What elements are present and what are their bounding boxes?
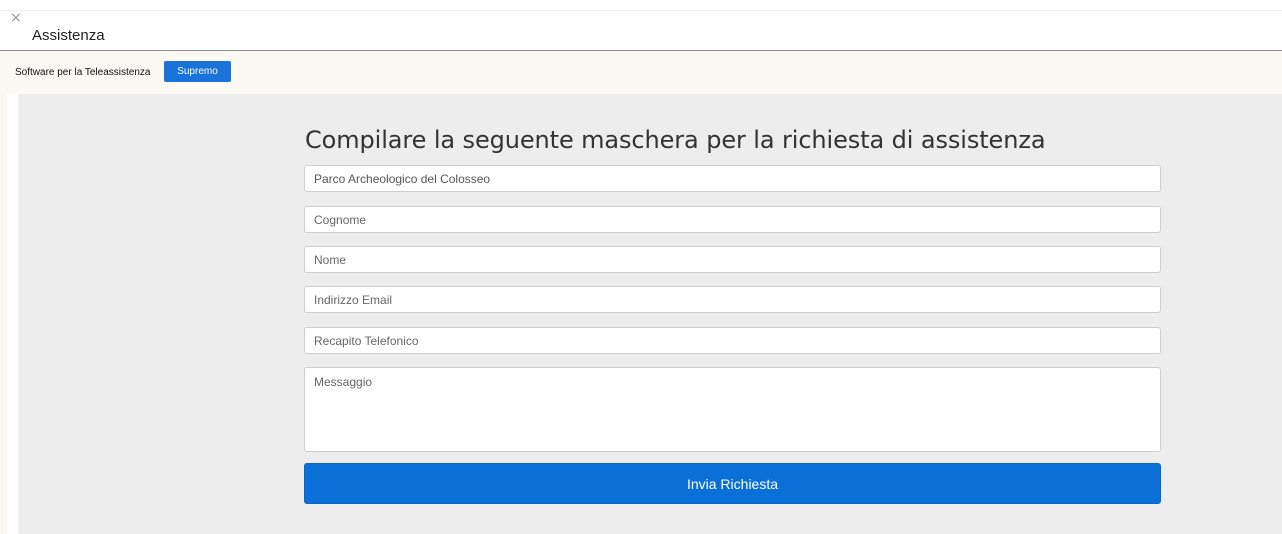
phone-field[interactable] (304, 327, 1161, 354)
toolbar: Software per la Teleassistenza Supremo (0, 51, 1282, 94)
close-icon[interactable]: × (10, 11, 22, 25)
submit-button[interactable]: Invia Richiesta (304, 463, 1161, 504)
supremo-button[interactable]: Supremo (164, 61, 231, 82)
name-field[interactable] (304, 246, 1161, 273)
surname-field[interactable] (304, 206, 1161, 233)
message-field[interactable] (304, 367, 1161, 452)
left-margin (0, 94, 7, 534)
organization-field[interactable] (304, 165, 1161, 192)
form-title: Compilare la seguente maschera per la ri… (305, 126, 1046, 154)
toolbar-label: Software per la Teleassistenza (15, 67, 151, 78)
dialog-title: Assistenza (32, 27, 105, 44)
top-divider (0, 10, 1282, 11)
email-field[interactable] (304, 286, 1161, 313)
